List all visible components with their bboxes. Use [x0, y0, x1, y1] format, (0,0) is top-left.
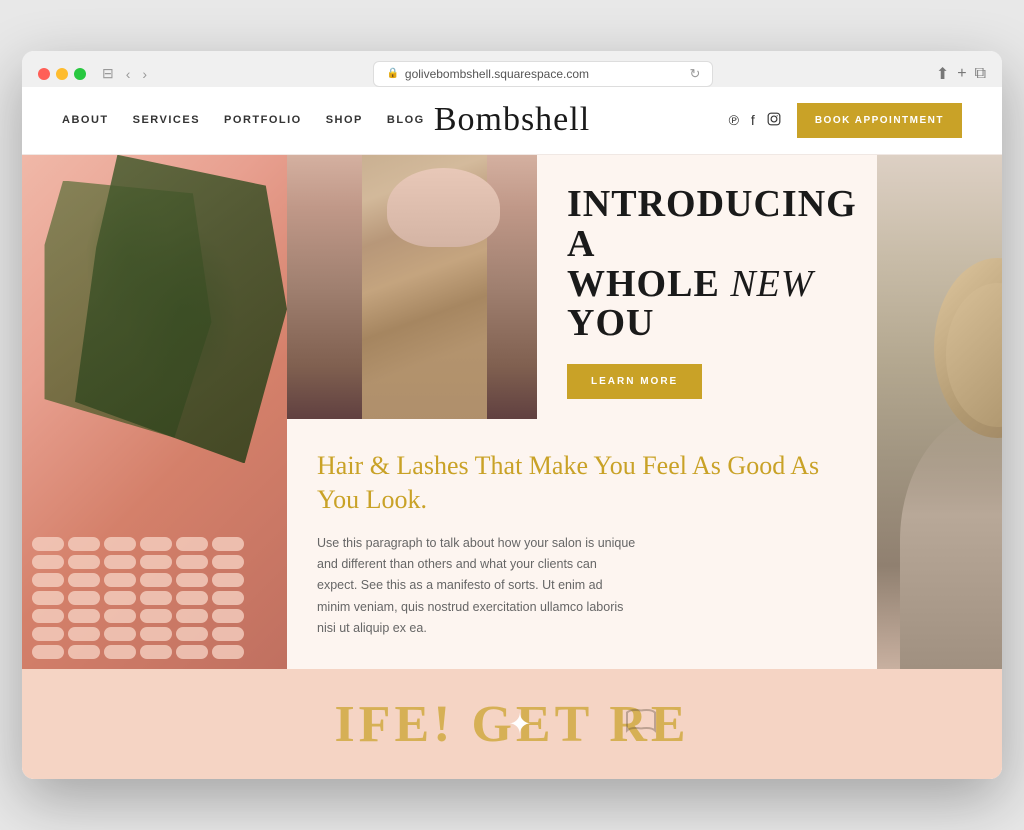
pill [68, 555, 100, 569]
address-bar-wrapper: 🔒 golivebombshell.squarespace.com ↻ [163, 61, 924, 87]
pill [68, 627, 100, 641]
footer-book-icon [623, 707, 659, 742]
browser-chrome: ⊟ ‹ › 🔒 golivebombshell.squarespace.com … [22, 51, 1002, 87]
pill [104, 627, 136, 641]
traffic-lights [38, 68, 86, 80]
navigation: ABOUT SERVICES PORTFOLIO SHOP BLOG Bombs… [22, 87, 1002, 155]
pill [212, 591, 244, 605]
pill [104, 555, 136, 569]
nav-wrapper: ABOUT SERVICES PORTFOLIO SHOP BLOG Bombs… [22, 87, 1002, 155]
pill [140, 645, 172, 659]
pill [212, 645, 244, 659]
pill [68, 591, 100, 605]
browser-top-bar: ⊟ ‹ › 🔒 golivebombshell.squarespace.com … [38, 61, 986, 87]
pill [104, 645, 136, 659]
pill [104, 609, 136, 623]
browser-controls: ⊟ ‹ › [98, 63, 151, 84]
hero-section: INTRODUCING A WHOLE NEW YOU LEARN MORE H… [22, 155, 1002, 669]
nav-right: ℗ f BOOK APPOINTMENT [729, 103, 962, 138]
new-tab-icon[interactable]: + [957, 65, 966, 83]
pill [32, 591, 64, 605]
back-icon[interactable]: ‹ [122, 64, 135, 84]
headline-line1: INTRODUCING A [567, 183, 857, 265]
face-shape [387, 168, 500, 247]
pill [176, 537, 208, 551]
pinterest-icon[interactable]: ℗ [729, 112, 739, 128]
nav-social: ℗ f [729, 112, 781, 129]
pill [32, 555, 64, 569]
pill [104, 537, 136, 551]
website-content: ABOUT SERVICES PORTFOLIO SHOP BLOG Bombs… [22, 87, 1002, 779]
pill [32, 645, 64, 659]
nav-blog[interactable]: BLOG [387, 114, 425, 126]
hero-text-area: INTRODUCING A WHOLE NEW YOU LEARN MORE [537, 155, 877, 420]
hero-bottom-section: Hair & Lashes That Make You Feel As Good… [287, 419, 877, 669]
pill [104, 591, 136, 605]
pill [140, 573, 172, 587]
brand-name: Bombshell [434, 101, 590, 139]
learn-more-button[interactable]: LEARN MORE [567, 364, 702, 399]
pill [212, 627, 244, 641]
pill [176, 573, 208, 587]
pill [176, 555, 208, 569]
book-appointment-button[interactable]: BOOK APPOINTMENT [797, 103, 962, 138]
nav-portfolio[interactable]: PORTFOLIO [224, 114, 302, 126]
sidebar-toggle-icon[interactable]: ⊟ [98, 63, 118, 84]
nav-links: ABOUT SERVICES PORTFOLIO SHOP BLOG [62, 114, 425, 126]
pills-background [22, 309, 287, 669]
pill [68, 609, 100, 623]
forward-icon[interactable]: › [138, 64, 151, 84]
facebook-icon[interactable]: f [751, 112, 755, 128]
pill [140, 627, 172, 641]
browser-window: ⊟ ‹ › 🔒 golivebombshell.squarespace.com … [22, 51, 1002, 779]
windows-icon[interactable]: ⧉ [975, 65, 986, 83]
footer-star-icon: ✦ [508, 708, 531, 741]
pill [176, 609, 208, 623]
pill [32, 627, 64, 641]
browser-actions: ⬆ + ⧉ [936, 64, 986, 84]
headline-line2: WHOLE [567, 263, 720, 305]
pill [212, 537, 244, 551]
url-text: golivebombshell.squarespace.com [405, 67, 589, 81]
nav-shop[interactable]: SHOP [326, 114, 363, 126]
hero-headline: INTRODUCING A WHOLE NEW YOU [567, 185, 857, 345]
footer-peek: IFE! GET RE ✦ [22, 669, 1002, 779]
pill [68, 573, 100, 587]
pill [32, 537, 64, 551]
hero-right-image [877, 155, 1002, 669]
pill [212, 573, 244, 587]
close-button[interactable] [38, 68, 50, 80]
pill [176, 645, 208, 659]
pill [140, 609, 172, 623]
pill [212, 555, 244, 569]
address-bar[interactable]: 🔒 golivebombshell.squarespace.com ↻ [373, 61, 713, 87]
nav-services[interactable]: SERVICES [133, 114, 200, 126]
pill [68, 645, 100, 659]
hero-left-image [22, 155, 287, 669]
lock-icon: 🔒 [386, 68, 398, 79]
pill [104, 573, 136, 587]
pill [176, 591, 208, 605]
nav-about[interactable]: ABOUT [62, 114, 109, 126]
reload-icon[interactable]: ↻ [690, 66, 701, 82]
pill [68, 537, 100, 551]
hero-center-image [287, 155, 537, 420]
headline-italic: NEW [730, 263, 813, 305]
section-body: Use this paragraph to talk about how you… [317, 533, 637, 639]
instagram-icon[interactable] [767, 112, 781, 129]
minimize-button[interactable] [56, 68, 68, 80]
pill [176, 627, 208, 641]
maximize-button[interactable] [74, 68, 86, 80]
pill [32, 609, 64, 623]
section-title: Hair & Lashes That Make You Feel As Good… [317, 449, 847, 517]
share-icon[interactable]: ⬆ [936, 64, 949, 84]
pill [32, 573, 64, 587]
headline-line3: YOU [567, 302, 654, 344]
pill [140, 591, 172, 605]
pill [212, 609, 244, 623]
pill [140, 537, 172, 551]
pill [140, 555, 172, 569]
